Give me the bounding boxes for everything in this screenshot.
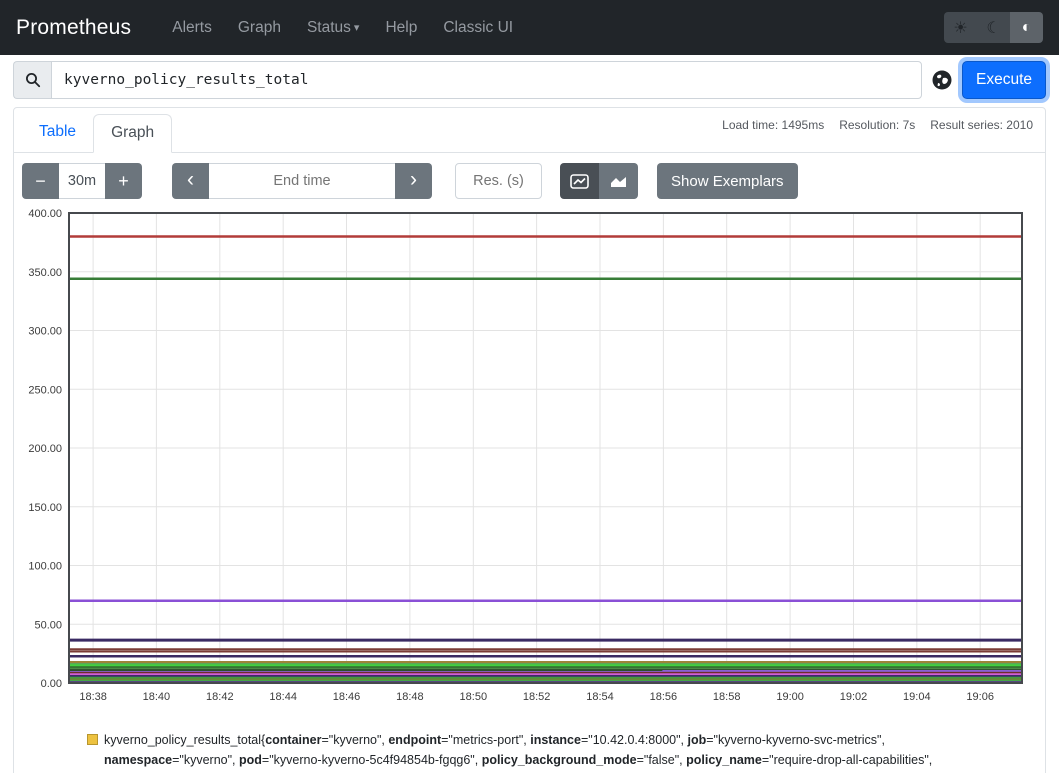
svg-text:18:54: 18:54 <box>586 691 614 703</box>
time-forward-button[interactable]: › <box>395 163 432 199</box>
svg-text:50.00: 50.00 <box>34 619 62 631</box>
stacked-chart-button[interactable] <box>599 163 638 199</box>
result-series: Result series: 2010 <box>930 118 1033 132</box>
nav-item-status[interactable]: Status▾ <box>298 11 368 45</box>
svg-text:18:58: 18:58 <box>713 691 741 703</box>
panel-body: − + ‹ › <box>14 153 1045 773</box>
chart-legend: kyverno_policy_results_total{container="… <box>87 730 1037 773</box>
svg-text:18:42: 18:42 <box>206 691 234 703</box>
tab-graph[interactable]: Graph <box>93 114 172 153</box>
sun-icon: ☀ <box>953 18 967 38</box>
query-row: Execute <box>13 61 1046 99</box>
line-chart-icon <box>570 174 589 189</box>
graph-toolbar: − + ‹ › <box>22 163 1037 199</box>
svg-text:18:40: 18:40 <box>143 691 171 703</box>
svg-text:19:02: 19:02 <box>840 691 868 703</box>
range-increase-button[interactable]: + <box>105 163 142 199</box>
half-circle-icon: ◐ <box>1022 19 1032 37</box>
chevron-left-icon: ‹ <box>187 168 194 192</box>
svg-text:100.00: 100.00 <box>28 561 62 573</box>
svg-text:19:06: 19:06 <box>966 691 994 703</box>
time-back-button[interactable]: ‹ <box>172 163 209 199</box>
light-theme-button[interactable]: ☀ <box>944 12 977 43</box>
svg-text:18:52: 18:52 <box>523 691 551 703</box>
svg-text:19:04: 19:04 <box>903 691 931 703</box>
svg-text:18:46: 18:46 <box>333 691 361 703</box>
query-panel: Load time: 1495ms Resolution: 7s Result … <box>13 107 1046 773</box>
nav-item-help[interactable]: Help <box>376 11 426 45</box>
legend-lines: kyverno_policy_results_total{container="… <box>104 730 1037 773</box>
svg-text:18:56: 18:56 <box>650 691 678 703</box>
search-icon <box>25 72 41 88</box>
range-input[interactable] <box>59 163 105 199</box>
load-time: Load time: 1495ms <box>722 118 824 132</box>
range-decrease-button[interactable]: − <box>22 163 59 199</box>
svg-text:300.00: 300.00 <box>28 326 62 338</box>
chevron-right-icon: › <box>410 168 417 192</box>
nav-item-graph[interactable]: Graph <box>229 11 290 45</box>
query-stats: Load time: 1495ms Resolution: 7s Result … <box>722 118 1033 132</box>
svg-text:19:00: 19:00 <box>776 691 804 703</box>
auto-theme-button[interactable]: ◐ <box>1010 12 1043 43</box>
svg-text:200.00: 200.00 <box>28 443 62 455</box>
tab-table[interactable]: Table <box>22 114 93 153</box>
dark-theme-button[interactable]: ☾ <box>977 12 1010 43</box>
search-prepend <box>13 61 51 99</box>
globe-icon <box>931 69 953 91</box>
legend-line: kyverno_policy_results_total{container="… <box>104 730 1037 750</box>
chart-type-toggle <box>560 163 638 199</box>
svg-text:350.00: 350.00 <box>28 267 62 279</box>
svg-text:18:44: 18:44 <box>269 691 297 703</box>
execute-button[interactable]: Execute <box>962 61 1046 99</box>
moon-icon: ☾ <box>986 18 1000 38</box>
resolution: Resolution: 7s <box>839 118 915 132</box>
svg-text:400.00: 400.00 <box>28 209 62 220</box>
metrics-explorer-button[interactable] <box>922 61 962 99</box>
legend-line: namespace="kyverno", pod="kyverno-kyvern… <box>104 750 1037 770</box>
svg-text:18:38: 18:38 <box>79 691 107 703</box>
svg-text:250.00: 250.00 <box>28 384 62 396</box>
query-input[interactable] <box>51 61 922 99</box>
resolution-input[interactable] <box>455 163 542 199</box>
legend-swatch[interactable] <box>87 734 98 745</box>
brand[interactable]: Prometheus <box>16 16 131 40</box>
svg-text:0.00: 0.00 <box>41 678 62 690</box>
end-time-group: ‹ › <box>172 163 432 199</box>
end-time-input[interactable] <box>209 163 395 199</box>
svg-text:18:50: 18:50 <box>460 691 488 703</box>
chevron-down-icon: ▾ <box>354 22 360 34</box>
svg-text:150.00: 150.00 <box>28 502 62 514</box>
navbar: Prometheus Alerts Graph Status▾ Help Cla… <box>0 0 1059 55</box>
area-chart-icon <box>609 174 628 189</box>
nav-item-alerts[interactable]: Alerts <box>163 11 221 45</box>
nav-item-classic-ui[interactable]: Classic UI <box>434 11 522 45</box>
theme-toggle-group: ☀ ☾ ◐ <box>944 12 1043 43</box>
chart-svg[interactable]: 0.00 50.00 100.00 150.00 200.00 250.00 300.00 3… <box>22 209 1042 704</box>
show-exemplars-button[interactable]: Show Exemplars <box>657 163 798 199</box>
range-group: − + <box>22 163 142 199</box>
line-chart-button[interactable] <box>560 163 599 199</box>
svg-text:18:48: 18:48 <box>396 691 424 703</box>
